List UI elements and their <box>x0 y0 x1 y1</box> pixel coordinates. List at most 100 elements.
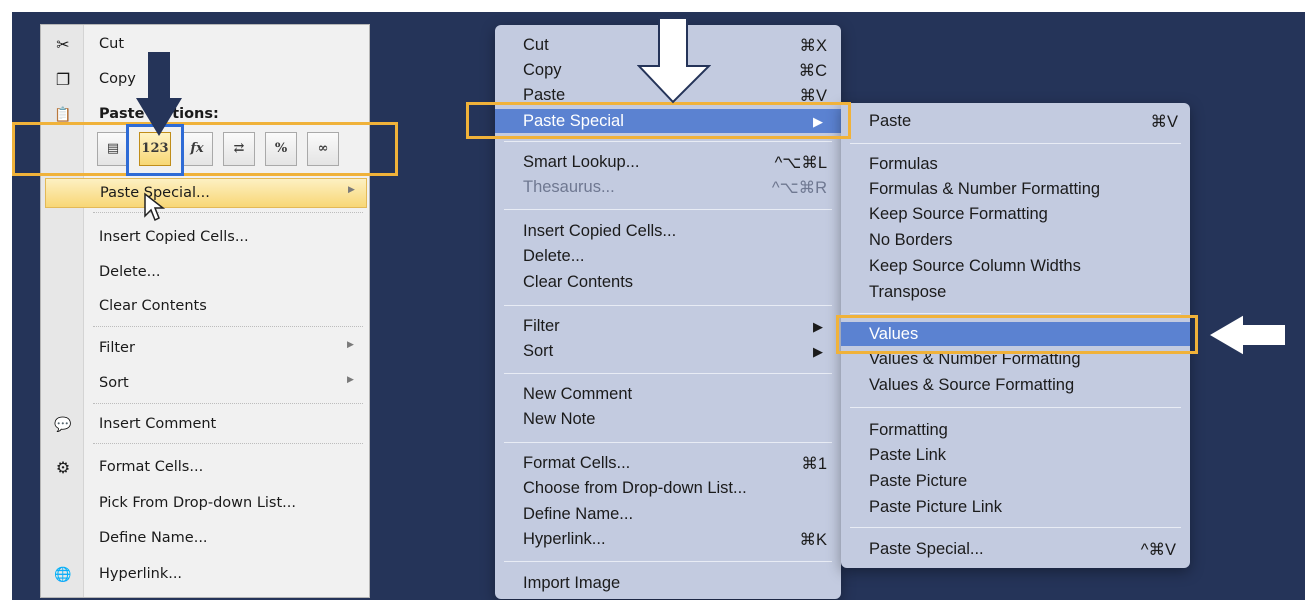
mac-item-insert-copied-cells[interactable]: Insert Copied Cells... <box>495 219 841 243</box>
menu-item-label: Paste <box>869 112 912 130</box>
menu-item-paste-special[interactable]: Paste Special... ▶ <box>45 178 367 208</box>
menu-divider <box>504 442 832 443</box>
menu-item-hyperlink[interactable]: 🌐 Hyperlink... <box>41 560 369 590</box>
menu-divider <box>93 326 363 327</box>
menu-item-label: Paste Picture <box>869 472 968 490</box>
submenu-arrow-icon: ▶ <box>348 185 355 195</box>
menu-item-label: Sort <box>99 375 129 391</box>
comment-icon: 💬 <box>54 417 72 433</box>
highlight-box-paste-special <box>466 102 851 139</box>
menu-item-cut[interactable]: ✂ Cut <box>41 30 369 60</box>
menu-divider <box>850 407 1181 408</box>
mac-item-sort[interactable]: Sort ▶ <box>495 339 841 363</box>
sub-item-paste-link[interactable]: Paste Link <box>841 443 1190 467</box>
menu-item-label: Thesaurus... <box>523 178 615 196</box>
submenu-arrow-icon: ▶ <box>347 340 354 350</box>
menu-item-label: Copy <box>99 71 136 87</box>
menu-item-label: Formatting <box>869 421 948 439</box>
menu-item-copy[interactable]: ❐ Copy <box>41 65 369 95</box>
menu-item-filter[interactable]: Filter ▶ <box>41 334 369 364</box>
mac-item-new-note[interactable]: New Note <box>495 407 841 431</box>
menu-item-label: Delete... <box>99 264 161 280</box>
highlight-box-paste-options <box>12 122 398 176</box>
menu-item-insert-copied-cells[interactable]: Insert Copied Cells... <box>41 223 369 253</box>
sub-item-values-source-formatting[interactable]: Values & Source Formatting <box>841 373 1190 397</box>
menu-item-label: Format Cells... <box>523 454 631 472</box>
menu-item-label: Define Name... <box>99 530 208 546</box>
sub-item-formatting[interactable]: Formatting <box>841 418 1190 442</box>
menu-item-sort[interactable]: Sort ▶ <box>41 369 369 399</box>
submenu-arrow-icon: ▶ <box>347 375 354 385</box>
menu-item-pick-from-dropdown[interactable]: Pick From Drop-down List... <box>41 489 369 519</box>
menu-item-label: Paste Picture Link <box>869 498 1002 516</box>
menu-item-label: Values & Source Formatting <box>869 376 1075 394</box>
shortcut: ^⌘V <box>1140 541 1176 559</box>
menu-item-label: Copy <box>523 61 562 79</box>
menu-item-label: Cut <box>523 36 549 54</box>
menu-divider <box>93 443 363 444</box>
sub-item-paste[interactable]: Paste ⌘V <box>841 109 1190 133</box>
menu-item-delete[interactable]: Delete... <box>41 258 369 288</box>
menu-item-label: Keep Source Formatting <box>869 205 1048 223</box>
sub-item-transpose[interactable]: Transpose <box>841 280 1190 304</box>
mac-item-import-image[interactable]: Import Image <box>495 571 841 595</box>
mac-item-delete[interactable]: Delete... <box>495 244 841 268</box>
menu-item-format-cells[interactable]: ⚙ Format Cells... <box>41 453 369 483</box>
menu-item-define-name[interactable]: Define Name... <box>41 524 369 554</box>
menu-item-label: Keep Source Column Widths <box>869 257 1081 275</box>
menu-item-label: Insert Copied Cells... <box>523 222 677 240</box>
menu-item-label: Transpose <box>869 283 947 301</box>
menu-item-label: Delete... <box>523 247 585 265</box>
menu-item-label: Cut <box>99 36 124 52</box>
mac-item-new-comment[interactable]: New Comment <box>495 382 841 406</box>
sub-item-paste-picture-link[interactable]: Paste Picture Link <box>841 495 1190 519</box>
left-arrow-outline-icon <box>1206 312 1287 358</box>
menu-divider <box>850 313 1181 314</box>
mac-item-hyperlink[interactable]: Hyperlink... ⌘K <box>495 527 841 551</box>
menu-divider <box>504 305 832 306</box>
menu-divider <box>504 561 832 562</box>
down-arrow-icon <box>136 52 182 136</box>
menu-divider <box>93 212 363 213</box>
mac-item-format-cells[interactable]: Format Cells... ⌘1 <box>495 451 841 475</box>
menu-divider <box>93 403 363 404</box>
menu-item-label: Clear Contents <box>99 298 207 314</box>
highlight-box-values <box>836 315 1198 354</box>
menu-item-label: Smart Lookup... <box>523 153 640 171</box>
menu-divider <box>850 527 1181 528</box>
shortcut: ⌘X <box>799 37 827 55</box>
mac-item-define-name[interactable]: Define Name... <box>495 502 841 526</box>
sub-item-formulas-number-formatting[interactable]: Formulas & Number Formatting <box>841 177 1190 201</box>
mac-item-choose-from-dropdown[interactable]: Choose from Drop-down List... <box>495 476 841 500</box>
shortcut: ⌘1 <box>801 455 827 473</box>
menu-item-label: Formulas & Number Formatting <box>869 180 1101 198</box>
menu-item-label: New Comment <box>523 385 633 403</box>
sub-item-keep-source-formatting[interactable]: Keep Source Formatting <box>841 202 1190 226</box>
sub-item-paste-picture[interactable]: Paste Picture <box>841 469 1190 493</box>
mouse-pointer-icon <box>144 192 165 222</box>
mac-item-clear-contents[interactable]: Clear Contents <box>495 270 841 294</box>
menu-item-label: Pick From Drop-down List... <box>99 495 296 511</box>
menu-item-label: Format Cells... <box>99 459 204 475</box>
mac-item-thesaurus[interactable]: Thesaurus... ^⌥⌘R <box>495 175 841 199</box>
shortcut: ⌘C <box>798 62 827 80</box>
sub-item-no-borders[interactable]: No Borders <box>841 228 1190 252</box>
menu-item-label: Filter <box>99 340 135 356</box>
sub-item-keep-source-column-widths[interactable]: Keep Source Column Widths <box>841 254 1190 278</box>
sub-item-formulas[interactable]: Formulas <box>841 152 1190 176</box>
menu-item-label: Paste Link <box>869 446 947 464</box>
screenshot-canvas: ✂ Cut ❐ Copy 📋 Paste Options: ▤ 123 fx ⇄… <box>0 0 1305 600</box>
menu-item-label: Insert Comment <box>99 416 217 432</box>
menu-item-label: Sort <box>523 342 554 360</box>
down-arrow-outline-icon <box>637 17 711 104</box>
menu-item-clear-contents[interactable]: Clear Contents <box>41 292 369 322</box>
mac-item-filter[interactable]: Filter ▶ <box>495 314 841 338</box>
menu-item-label: Hyperlink... <box>99 566 183 582</box>
mac-item-smart-lookup[interactable]: Smart Lookup... ^⌥⌘L <box>495 150 841 174</box>
menu-item-insert-comment[interactable]: 💬 Insert Comment <box>41 410 369 440</box>
menu-item-label: Formulas <box>869 155 938 173</box>
menu-divider <box>850 143 1181 144</box>
menu-item-label: Choose from Drop-down List... <box>523 479 747 497</box>
shortcut: ^⌥⌘R <box>771 179 827 197</box>
sub-item-paste-special[interactable]: Paste Special... ^⌘V <box>841 537 1190 561</box>
